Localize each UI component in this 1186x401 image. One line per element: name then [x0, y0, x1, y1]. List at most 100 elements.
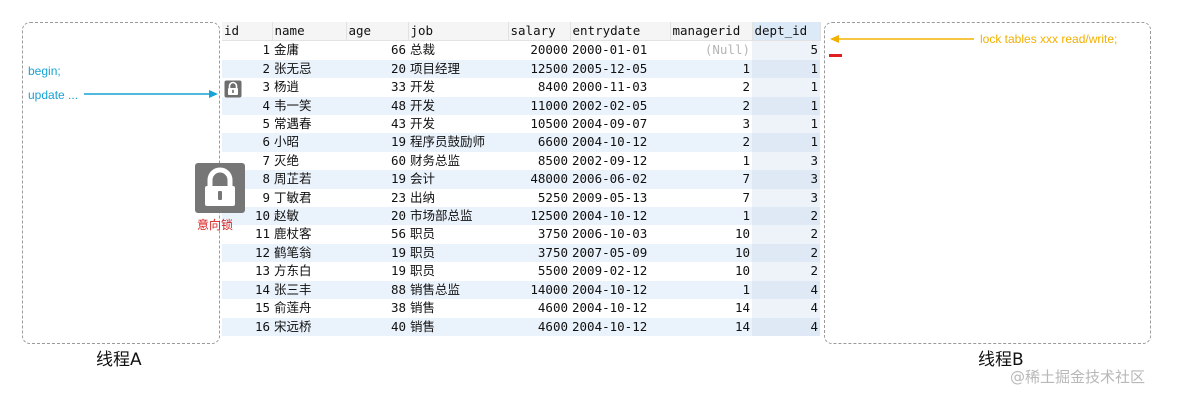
cell-dept-id: 3 [752, 170, 820, 189]
employee-table: id name age job salary entrydate manager… [222, 22, 821, 336]
table-body: 1 金庸 66 总裁 20000 2000-01-01 (Null) 5 2 张无忌 20 项目经理 1… [222, 40, 820, 336]
cell-entrydate: 2004-10-12 [570, 207, 670, 226]
cell-managerid: 1 [742, 152, 750, 168]
cell-name: 赵敏 [272, 207, 346, 226]
cell-managerid: 2 [742, 79, 750, 95]
cell-id: 1 [262, 42, 270, 58]
cell-managerid: 7 [742, 189, 750, 205]
cell-entrydate: 2009-05-13 [572, 189, 648, 205]
thread-a-begin-statement: begin; [28, 64, 61, 78]
intent-lock-label: 意向锁 [197, 218, 234, 232]
cell-salary: 4600 [537, 300, 568, 316]
cell-name: 丁敏君 [274, 189, 312, 205]
column-header-managerid: managerid [670, 22, 753, 42]
table-row: 8 周芷若 19 会计 48000 2006-06-02 7 3 [222, 170, 820, 189]
cell-id: 12 [222, 243, 272, 263]
cell-age: 38 [390, 300, 406, 316]
watermark: @稀土掘金技术社区 [1010, 368, 1146, 386]
cell-job: 职员 [410, 263, 436, 279]
cell-salary: 5250 [537, 189, 568, 205]
cell-job: 项目经理 [408, 59, 508, 79]
cell-managerid: (Null) [704, 42, 750, 58]
cell-name: 鹿杖客 [274, 226, 312, 242]
cell-name: 金庸 [274, 42, 300, 58]
cell-age: 19 [390, 263, 406, 279]
cell-dept-id: 2 [752, 243, 820, 263]
cell-name: 杨逍 [274, 79, 300, 95]
cell-entrydate: 2009-02-12 [572, 263, 648, 279]
cell-dept-id: 2 [752, 225, 820, 244]
intent-lock-icon [195, 163, 245, 213]
cell-dept-id: 1 [752, 78, 820, 97]
cell-job: 销售 [410, 300, 436, 316]
cell-dept-id: 2 [752, 262, 820, 281]
lock-tables-arrow [830, 35, 974, 43]
cell-managerid: 2 [670, 133, 752, 152]
cell-managerid: 10 [734, 226, 750, 242]
cell-age: 19 [346, 243, 408, 263]
cell-salary: 6600 [508, 133, 570, 152]
cell-age: 19 [346, 133, 408, 152]
cell-job: 会计 [408, 170, 508, 189]
cell-managerid: 3 [742, 116, 750, 132]
cell-managerid: 10 [670, 243, 752, 263]
cell-dept-id: 5 [752, 40, 820, 60]
table-row: 14 张三丰 88 销售总监 14000 2004-10-12 1 4 [222, 280, 820, 300]
cell-salary: 8400 [537, 79, 568, 95]
cell-job: 开发 [408, 96, 508, 116]
table-row: 1 金庸 66 总裁 20000 2000-01-01 (Null) 5 [222, 40, 820, 60]
table-row: 5 常遇春 43 开发 10500 2004-09-07 3 1 [222, 115, 820, 134]
cell-salary: 48000 [508, 170, 570, 189]
table-row: 10 赵敏 20 市场部总监 12500 2004-10-12 1 2 [222, 207, 820, 226]
cell-dept-id: 1 [752, 59, 820, 79]
cell-name: 张无忌 [272, 59, 346, 79]
cell-job: 职员 [408, 243, 508, 263]
cell-managerid: 1 [670, 59, 752, 79]
cell-id: 15 [254, 300, 270, 316]
column-header-dept-id: dept_id [752, 22, 821, 42]
cell-job: 总裁 [410, 42, 436, 58]
cell-entrydate: 2000-01-01 [572, 42, 648, 58]
cell-entrydate: 2004-09-07 [572, 116, 648, 132]
thread-a-update-statement: update ... [28, 88, 79, 102]
column-header-age: age [346, 22, 409, 42]
cell-managerid: 14 [734, 300, 750, 316]
thread-a-label: 线程A [96, 350, 142, 370]
blocked-indicator [829, 54, 842, 57]
cell-job: 开发 [410, 116, 436, 132]
table-row: 12 鹤笔翁 19 职员 3750 2007-05-09 10 2 [222, 243, 820, 263]
cell-id: 6 [222, 133, 272, 152]
cell-managerid: 14 [670, 317, 752, 336]
column-header-name: name [272, 22, 347, 42]
table-row: 13 方东白 19 职员 5500 2009-02-12 10 2 [222, 262, 820, 281]
cell-age: 33 [390, 79, 406, 95]
cell-age: 60 [390, 152, 406, 168]
cell-age: 48 [346, 96, 408, 116]
table-row: 11 鹿杖客 56 职员 3750 2006-10-03 10 2 [222, 225, 820, 244]
cell-salary: 20000 [530, 42, 568, 58]
cell-managerid: 1 [670, 207, 752, 226]
cell-name: 灭绝 [274, 152, 300, 168]
cell-age: 43 [390, 116, 406, 132]
cell-entrydate: 2002-02-05 [570, 96, 670, 116]
cell-entrydate: 2005-12-05 [570, 59, 670, 79]
column-header-entrydate: entrydate [570, 22, 671, 42]
cell-name: 宋远桥 [272, 317, 346, 336]
cell-salary: 14000 [508, 280, 570, 300]
cell-entrydate: 2004-10-12 [570, 317, 670, 336]
update-arrow [84, 90, 218, 98]
table-header-row: id name age job salary entrydate manager… [222, 22, 821, 42]
cell-dept-id: 3 [752, 151, 820, 171]
cell-managerid: 2 [670, 96, 752, 116]
cell-entrydate: 2004-10-12 [572, 300, 648, 316]
cell-job: 市场部总监 [408, 207, 508, 226]
cell-name: 常遇春 [274, 116, 312, 132]
cell-dept-id: 1 [752, 133, 820, 152]
cell-age: 66 [390, 42, 406, 58]
cell-id: 14 [222, 280, 272, 300]
cell-name: 俞莲舟 [274, 300, 312, 316]
cell-entrydate: 2004-10-12 [570, 133, 670, 152]
cell-dept-id: 3 [752, 188, 820, 208]
cell-name: 方东白 [274, 263, 312, 279]
table-row: 7 灭绝 60 财务总监 8500 2002-09-12 1 3 [222, 151, 820, 171]
